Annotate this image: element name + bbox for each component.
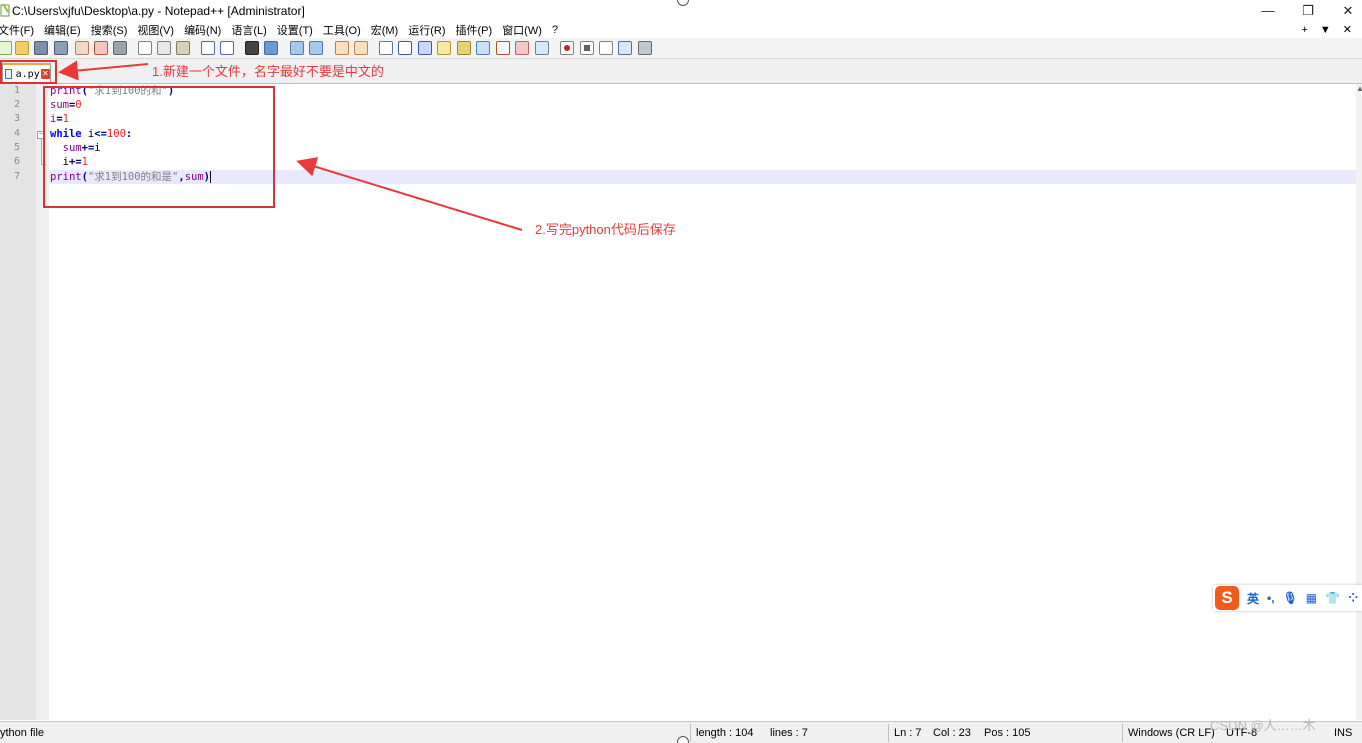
annotation-step-2: 2.写完python代码后保存 [535,222,676,237]
new-file-icon[interactable] [0,41,12,55]
show-all-chars-icon[interactable] [398,41,412,55]
save-all-icon[interactable] [54,41,68,55]
status-insert-mode[interactable]: INS [1334,727,1352,739]
close-document-icon[interactable]: ✕ [1343,23,1352,36]
close-button[interactable]: ✕ [1326,0,1362,21]
window-title: C:\Users\xjfu\Desktop\a.py - Notepad++ [… [12,4,305,18]
status-position: Pos : 105 [984,727,1031,739]
menu-window[interactable]: 窗口(W) [502,22,548,38]
line-number: 7 [13,171,20,182]
tab-list-dropdown-icon[interactable]: ▼ [1320,24,1331,36]
function-list-icon[interactable] [476,41,490,55]
sync-horizontal-icon[interactable] [354,41,368,55]
new-tab-plus-icon[interactable]: + [1301,24,1307,36]
vertical-scrollbar[interactable] [1356,84,1362,720]
redo-icon[interactable] [220,41,234,55]
menu-help[interactable]: ? [552,24,564,36]
macro-play-icon[interactable] [599,41,613,55]
indent-guide-icon[interactable] [418,41,432,55]
undo-icon[interactable] [201,41,215,55]
language-define-icon[interactable] [437,41,451,55]
menu-language[interactable]: 语言(L) [231,22,272,38]
menu-plugins[interactable]: 插件(P) [456,22,499,38]
ime-keyboard-icon[interactable]: ▦ [1306,591,1317,605]
ime-lang-toggle[interactable]: 英 [1247,590,1259,607]
line-number: 2 [13,99,20,110]
menu-encoding[interactable]: 编码(N) [184,22,227,38]
status-column: Col : 23 [933,727,971,739]
macro-run-multiple-icon[interactable] [618,41,632,55]
maximize-button[interactable]: ❐ [1286,0,1330,21]
menu-edit[interactable]: 编辑(E) [44,22,87,38]
line-number: 1 [13,85,20,96]
find-icon[interactable] [245,41,259,55]
sogou-logo-icon[interactable]: S [1215,586,1239,610]
capture-handle-bottom [677,736,689,743]
status-lines: lines : 7 [770,727,808,739]
ime-skin-icon[interactable]: 👕 [1325,591,1340,605]
annotation-box-code [43,86,275,208]
copy-icon[interactable] [157,41,171,55]
monitoring-icon[interactable] [515,41,529,55]
menu-run[interactable]: 运行(R) [408,22,451,38]
ime-punctuation-icon[interactable]: •, [1267,591,1275,605]
macro-save-icon[interactable] [638,41,652,55]
doc-map-icon[interactable] [457,41,471,55]
print-icon[interactable] [113,41,127,55]
status-eol[interactable]: Windows (CR LF) [1128,727,1215,739]
folder-workspace-icon[interactable] [496,41,510,55]
cut-icon[interactable] [138,41,152,55]
status-separator [690,724,691,742]
fold-guide [41,139,42,165]
line-number: 6 [13,156,20,167]
status-separator [888,724,889,742]
menu-bar: 文件(F) 编辑(E) 搜索(S) 视图(V) 编码(N) 语言(L) 设置(T… [0,21,1362,38]
line-number: 5 [13,142,20,153]
toolbar [0,38,1362,59]
ime-toolbar[interactable]: S 英 •, 🎙 ▦ 👕 ⁘ [1213,585,1362,611]
status-file-type: ython file [0,727,45,739]
close-all-icon[interactable] [94,41,108,55]
menu-settings[interactable]: 设置(T) [277,22,319,38]
menu-view[interactable]: 视图(V) [137,22,180,38]
macro-record-icon[interactable] [560,41,574,55]
annotation-step-1: 1.新建一个文件，名字最好不要是中文的 [152,64,384,79]
status-length: length : 104 [696,727,754,739]
menu-tools[interactable]: 工具(O) [323,22,367,38]
close-file-icon[interactable] [75,41,89,55]
menu-right-controls: + ▼ ✕ [1301,21,1362,38]
menu-search[interactable]: 搜索(S) [91,22,134,38]
word-wrap-icon[interactable] [379,41,393,55]
zoom-out-icon[interactable] [309,41,323,55]
minimize-button[interactable]: — [1246,0,1290,21]
menu-file[interactable]: 文件(F) [0,22,40,38]
status-separator [1122,724,1123,742]
line-number: 4 [13,128,20,139]
replace-icon[interactable] [264,41,278,55]
notepadpp-app-icon [0,3,10,17]
menu-macro[interactable]: 宏(M) [371,22,405,38]
status-line-number: Ln : 7 [894,727,922,739]
paste-icon[interactable] [176,41,190,55]
line-number: 3 [13,113,20,124]
ime-voice-icon[interactable]: 🎙 [1283,591,1298,605]
annotation-box-tab [0,60,57,84]
eye-icon[interactable] [535,41,549,55]
zoom-in-icon[interactable] [290,41,304,55]
open-file-icon[interactable] [15,41,29,55]
scroll-up-arrow-icon[interactable]: ▲ [1356,84,1362,98]
sync-vertical-icon[interactable] [335,41,349,55]
save-icon[interactable] [34,41,48,55]
watermark: CSDN @人……木 [1210,718,1316,733]
macro-stop-icon[interactable] [580,41,594,55]
ime-more-icon[interactable]: ⁘ [1348,591,1358,605]
